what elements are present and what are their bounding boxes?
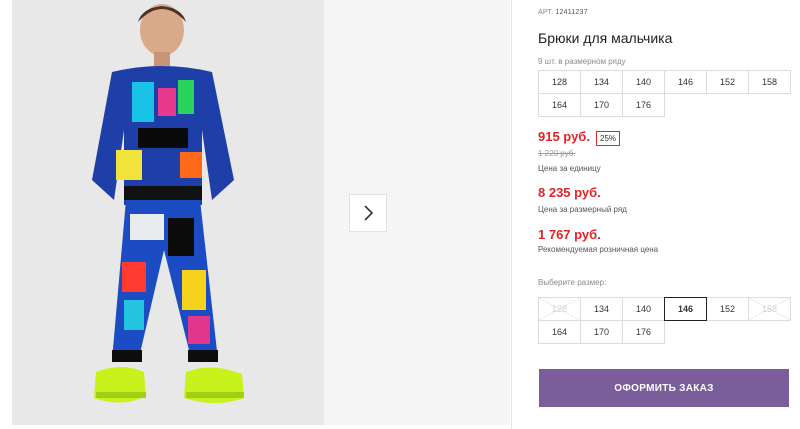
size-row-item: 128 (538, 70, 581, 94)
size-row-list: 128 134 140 146 152 158 164 170 176 (538, 70, 791, 117)
discount-badge: 25% (596, 131, 621, 146)
size-row-item: 134 (580, 70, 623, 94)
current-price: 915 руб. (538, 129, 590, 144)
row-price-label: Цена за размерный ряд (538, 205, 627, 214)
size-option-158: 158 (748, 297, 791, 321)
size-row-item: 152 (706, 70, 749, 94)
size-row-item: 164 (538, 93, 581, 117)
unit-price-label: Цена за единицу (538, 164, 601, 173)
article-value: 12411237 (555, 9, 588, 16)
size-row-item: 176 (622, 93, 665, 117)
size-option-164[interactable]: 164 (538, 320, 581, 344)
row-price: 8 235 руб. (538, 185, 601, 200)
size-option-140[interactable]: 140 (622, 297, 665, 321)
product-main-image (12, 0, 324, 425)
article-number: АРТ. 12411237 (538, 9, 588, 16)
old-price: 1 220 руб. (538, 149, 576, 158)
size-row-item: 158 (748, 70, 791, 94)
size-option-152[interactable]: 152 (706, 297, 749, 321)
size-option-134[interactable]: 134 (580, 297, 623, 321)
article-label: АРТ. (538, 9, 554, 16)
size-row-note: 9 шт. в размерном ряду (538, 57, 626, 66)
size-option-128: 128 (538, 297, 581, 321)
rrp-price-label: Рекомендуемая розничная цена (538, 245, 659, 254)
rrp-price: 1 767 руб. (538, 227, 601, 242)
size-option-146[interactable]: 146 (664, 297, 707, 321)
size-option-176[interactable]: 176 (622, 320, 665, 344)
next-image-button[interactable] (349, 194, 387, 232)
order-button[interactable]: ОФОРМИТЬ ЗАКАЗ (539, 369, 789, 407)
size-row-item: 146 (664, 70, 707, 94)
size-row-item: 140 (622, 70, 665, 94)
divider (511, 0, 512, 429)
chevron-right-icon (364, 205, 374, 221)
size-row-item: 170 (580, 93, 623, 117)
product-photo (12, 0, 324, 425)
product-title: Брюки для мальчика (538, 30, 673, 46)
size-option-170[interactable]: 170 (580, 320, 623, 344)
choose-size-label: Выберите размер: (538, 278, 607, 287)
size-selector: 128 134 140 146 152 158 164 170 176 (538, 297, 791, 344)
